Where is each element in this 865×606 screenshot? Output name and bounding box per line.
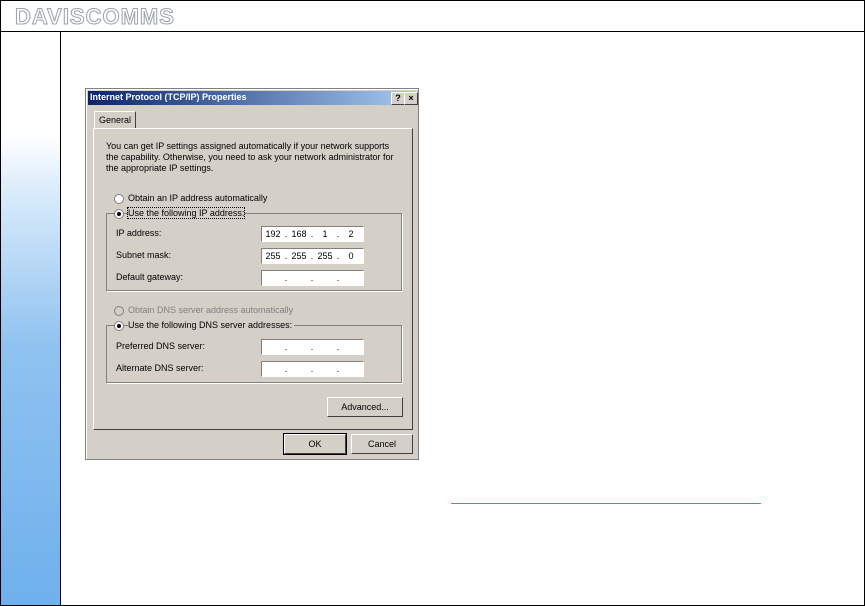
ip-manual-radio[interactable] [114, 209, 124, 219]
preferred-dns-label: Preferred DNS server: [116, 341, 206, 351]
octet-dot: . [284, 273, 288, 283]
ip-octet: 168 [291, 229, 307, 239]
cancel-button[interactable]: Cancel [351, 434, 413, 454]
tab-general-label: General [99, 115, 132, 125]
slide-header: DAVISCOMMS [1, 1, 864, 32]
hyperlink-underline[interactable] [451, 503, 761, 504]
alternate-dns-label: Alternate DNS server: [116, 363, 204, 373]
close-button[interactable]: × [404, 92, 418, 105]
advanced-button[interactable]: Advanced... [327, 397, 403, 417]
alternate-dns-input[interactable]: ... [261, 361, 364, 377]
tab-general[interactable]: General [94, 111, 136, 128]
octet-dot: . [336, 364, 340, 374]
octet-dot: . [310, 342, 314, 352]
general-panel: You can get IP settings assigned automat… [93, 128, 413, 430]
default-gateway-input[interactable]: ... [261, 270, 364, 286]
ip-octet: 255 [265, 251, 281, 261]
ok-button[interactable]: OK [283, 433, 347, 455]
dns-manual-label[interactable]: Use the following DNS server addresses: [128, 320, 295, 330]
dns-auto-radio[interactable] [114, 306, 124, 316]
octet-dot: . [310, 364, 314, 374]
intro-text: You can get IP settings assigned automat… [106, 141, 394, 173]
dns-manual-radio[interactable] [114, 321, 124, 331]
ip-octet: 0 [348, 251, 354, 261]
octet-dot: . [284, 364, 288, 374]
ip-address-label: IP address: [116, 228, 162, 238]
ip-octet: 1 [322, 229, 328, 239]
dialog-titlebar: Internet Protocol (TCP/IP) Properties ? … [88, 91, 418, 105]
octet-dot: . [336, 273, 340, 283]
dialog-title: Internet Protocol (TCP/IP) Properties [90, 92, 247, 102]
octet-dot: . [336, 342, 340, 352]
ip-octet: 2 [348, 229, 354, 239]
ip-octet: 192 [265, 229, 281, 239]
subnet-mask-input[interactable]: 255. 255. 255. 0 [261, 248, 364, 264]
octet-dot: . [310, 273, 314, 283]
ip-octet: 255 [291, 251, 307, 261]
subnet-mask-label: Subnet mask: [116, 250, 172, 260]
default-gateway-label: Default gateway: [116, 272, 184, 282]
ip-manual-label[interactable]: Use the following IP address: [126, 207, 246, 219]
ip-auto-radio[interactable] [114, 194, 124, 204]
help-button[interactable]: ? [391, 92, 405, 105]
slide-sidebar [1, 32, 61, 605]
ip-octet: 255 [317, 251, 333, 261]
dns-auto-label[interactable]: Obtain DNS server address automatically [128, 305, 293, 315]
tcpip-properties-dialog: Internet Protocol (TCP/IP) Properties ? … [85, 88, 419, 460]
octet-dot: . [284, 342, 288, 352]
ip-address-input[interactable]: 192. 168. 1. 2 [261, 226, 364, 242]
ip-auto-label[interactable]: Obtain an IP address automatically [128, 193, 267, 203]
daviscomms-logo: DAVISCOMMS [15, 4, 175, 30]
preferred-dns-input[interactable]: ... [261, 339, 364, 355]
